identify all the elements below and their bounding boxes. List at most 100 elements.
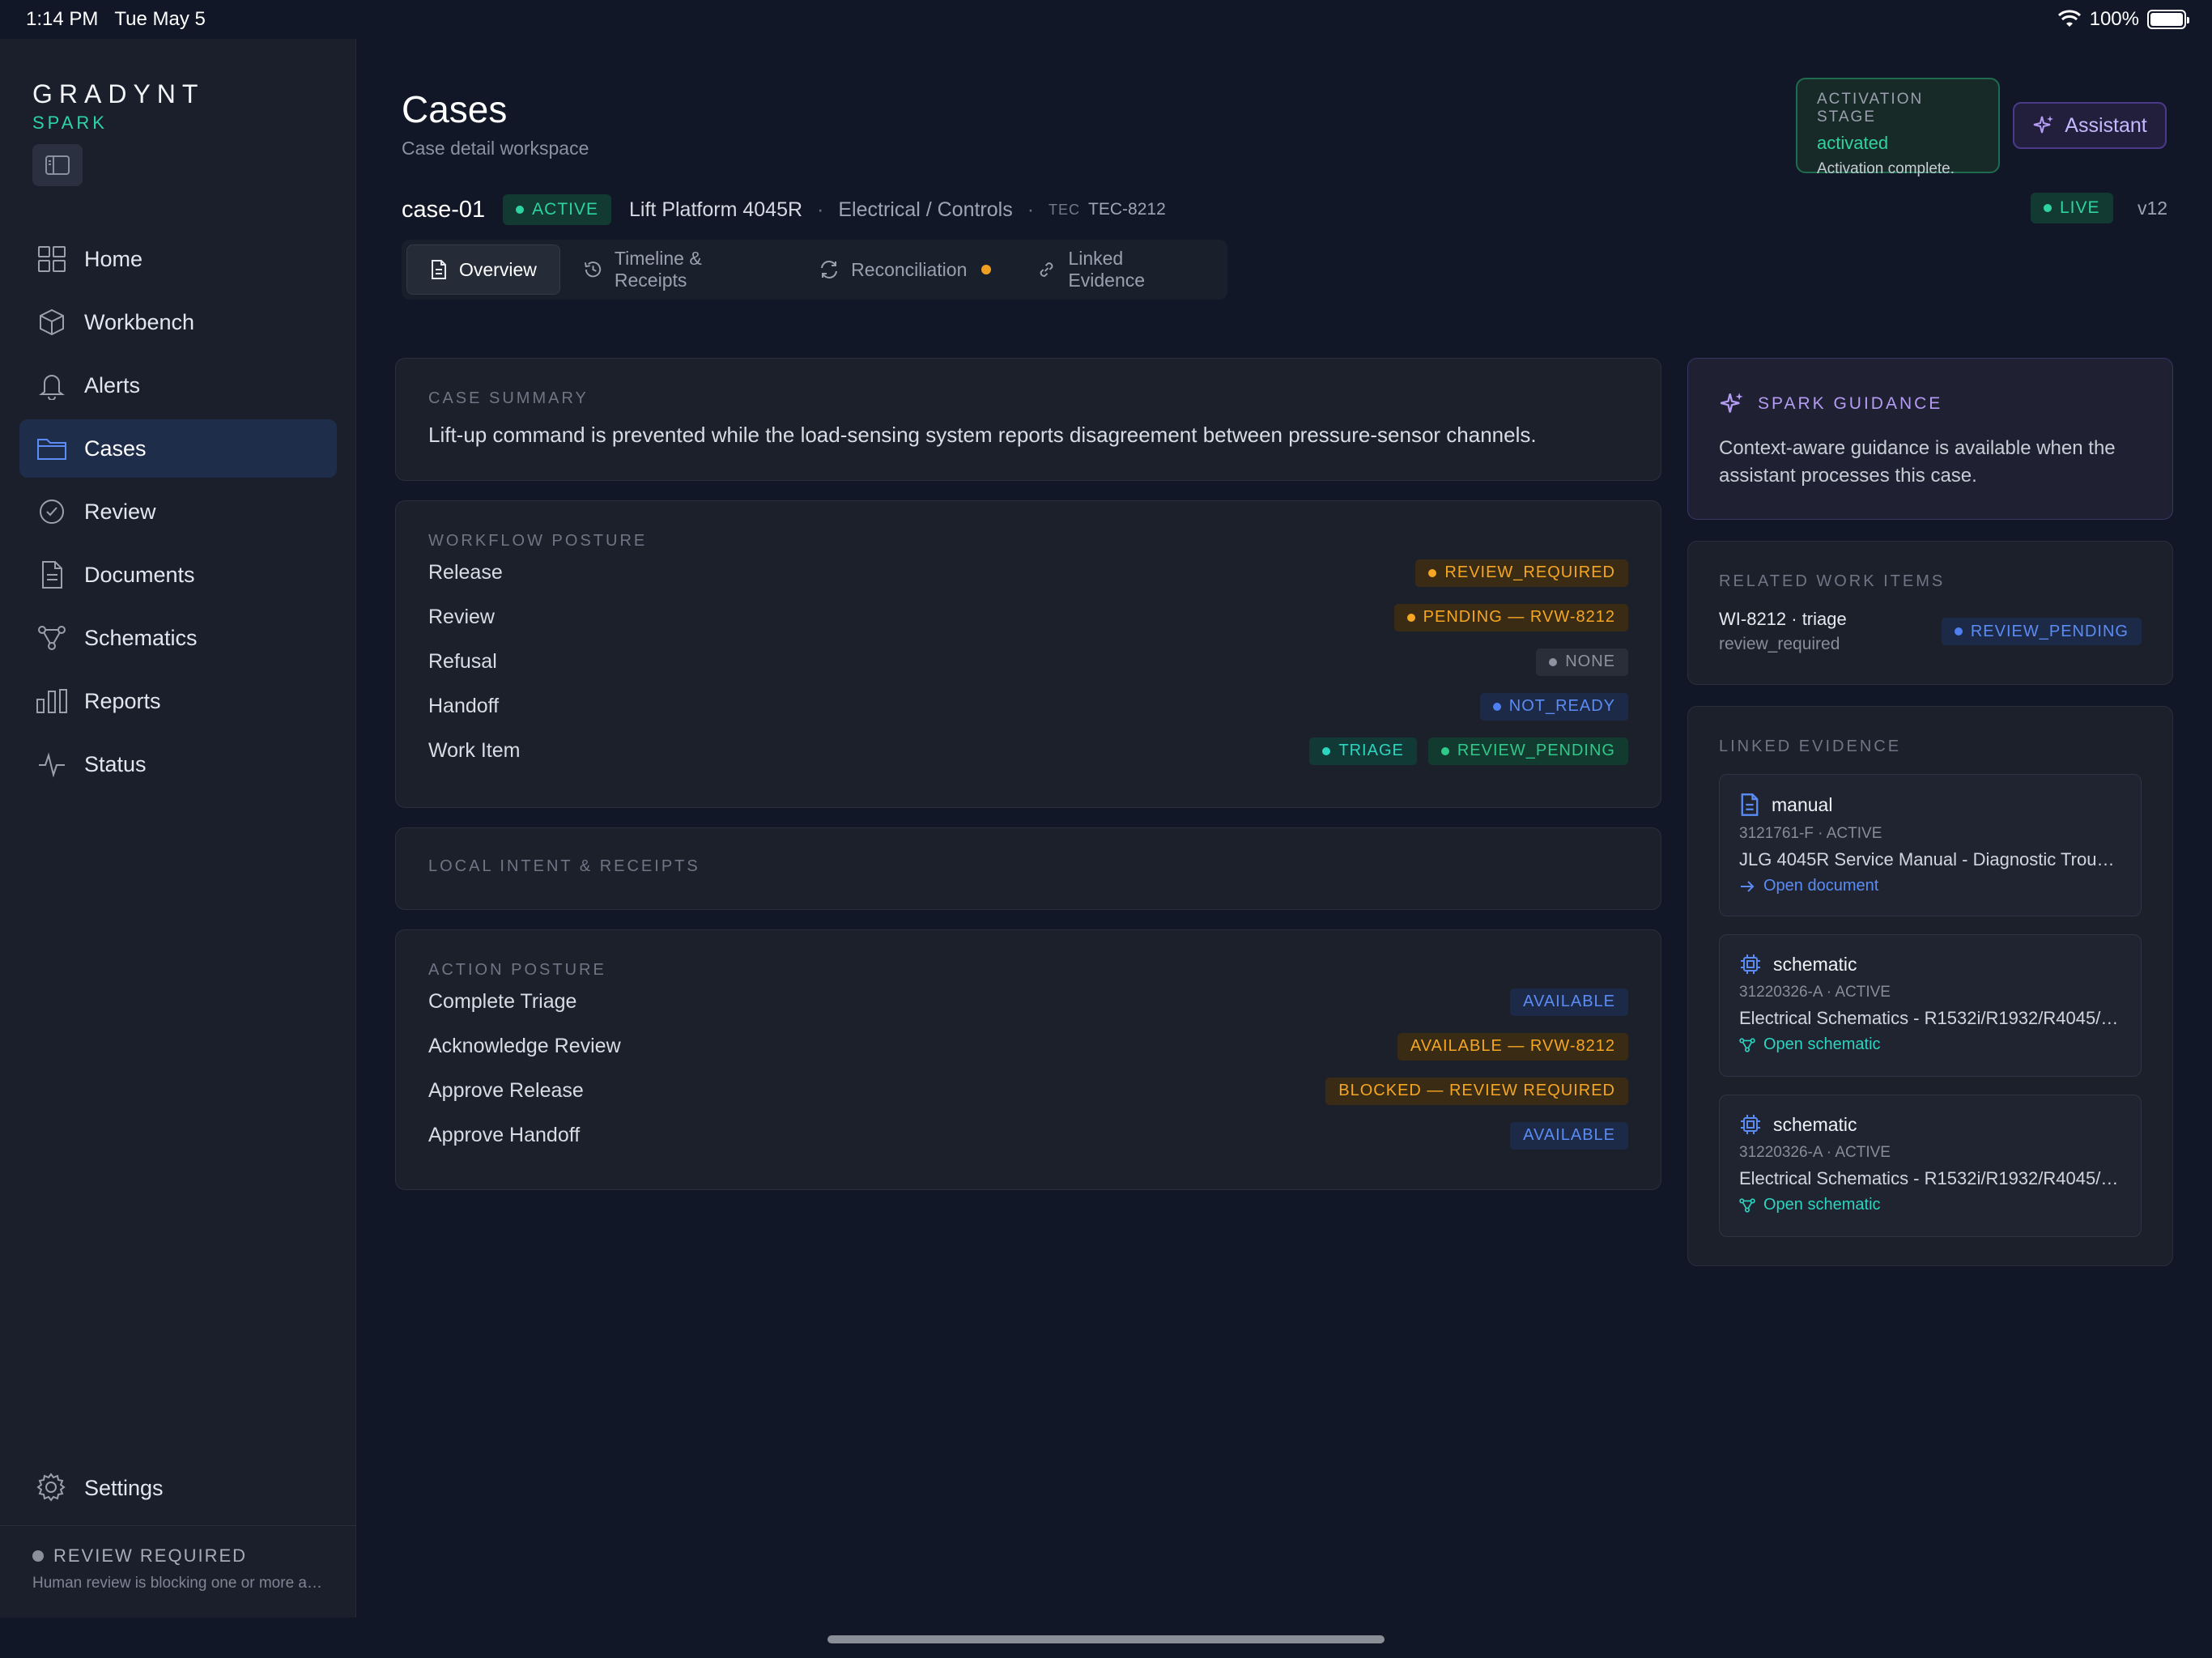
sidebar-item-label: Alerts: [84, 372, 141, 397]
related-work-item[interactable]: WI-8212 · triage review_required REVIEW_…: [1719, 609, 2142, 654]
work-item-title: WI-8212 · triage: [1719, 609, 1847, 629]
sidebar-item-alerts[interactable]: Alerts: [19, 356, 337, 414]
workflow-row-review: Review PENDING — RVW-8212: [428, 595, 1628, 640]
sidebar-item-reports[interactable]: Reports: [19, 672, 337, 730]
sidebar-item-label: Home: [84, 246, 143, 271]
workflow-row-work-item: Work Item TRIAGE REVIEW_PENDING: [428, 729, 1628, 773]
status-bar: 1:14 PM Tue May 5 100%: [0, 0, 2212, 39]
separator: ·: [817, 198, 824, 221]
sidebar-item-schematics[interactable]: Schematics: [19, 609, 337, 667]
activation-stage-desc: Activation complete.: [1817, 160, 1955, 177]
home-indicator[interactable]: [827, 1635, 1385, 1643]
workflow-posture-label: WORKFLOW POSTURE: [428, 532, 648, 550]
case-tabs: Overview Timeline & Receipts Reconciliat…: [402, 240, 1227, 300]
evidence-title: Electrical Schematics - R1532i/R1932/R40…: [1739, 1008, 2121, 1028]
nodes-icon: [1739, 1197, 1755, 1213]
cube-icon: [36, 306, 68, 338]
evidence-title: Electrical Schematics - R1532i/R1932/R40…: [1739, 1168, 2121, 1188]
page-subtitle: Case detail workspace: [402, 138, 589, 159]
row-label: Review: [428, 606, 495, 628]
chip-icon: [1741, 1115, 1760, 1134]
sparkle-icon: [2034, 116, 2054, 134]
assistant-label: Assistant: [2065, 113, 2147, 137]
workflow-row-release: Release REVIEW_REQUIRED: [428, 551, 1628, 595]
live-badge: LIVE: [2031, 193, 2113, 223]
row-label: Handoff: [428, 695, 500, 717]
folder-icon: [36, 432, 68, 465]
action-tag[interactable]: AVAILABLE: [1510, 988, 1628, 1016]
activation-stage-label: ACTIVATION STAGE: [1817, 91, 1924, 125]
case-header: case-01 ACTIVE Lift Platform 4045R · Ele…: [402, 194, 1166, 225]
gear-icon: [36, 1472, 68, 1504]
sidebar-item-home[interactable]: Home: [19, 230, 337, 288]
linked-evidence-card: LINKED EVIDENCE manual 3121761-F · ACTIV…: [1687, 706, 2173, 1266]
grid-icon: [36, 243, 68, 275]
status-tag: REVIEW_PENDING: [1941, 618, 2142, 645]
unread-dot: [981, 265, 992, 274]
action-tag: BLOCKED — REVIEW REQUIRED: [1325, 1077, 1628, 1105]
separator: ·: [1027, 198, 1035, 221]
action-posture-label: ACTION POSTURE: [428, 961, 606, 979]
open-document-link[interactable]: Open document: [1739, 877, 2121, 895]
tab-reconciliation[interactable]: Reconciliation: [796, 244, 1014, 295]
action-row-acknowledge-review: Acknowledge Review AVAILABLE — RVW-8212: [428, 1024, 1628, 1069]
arrow-right-icon: [1741, 880, 1755, 892]
action-tag[interactable]: AVAILABLE: [1510, 1121, 1628, 1150]
status-time: 1:14 PM Tue May 5: [26, 8, 206, 30]
spark-guidance-header: SPARK GUIDANCE: [1719, 391, 2142, 417]
sidebar-item-status[interactable]: Status: [19, 735, 337, 793]
workflow-row-refusal: Refusal NONE: [428, 640, 1628, 684]
review-required-title: REVIEW REQUIRED: [32, 1545, 324, 1567]
spark-guidance-card: SPARK GUIDANCE Context-aware guidance is…: [1687, 358, 2173, 520]
evidence-item[interactable]: manual 3121761-F · ACTIVE JLG 4045R Serv…: [1719, 774, 2142, 916]
row-label: Release: [428, 561, 503, 584]
status-tag: REVIEW_PENDING: [1427, 737, 1628, 765]
link-icon: [1040, 262, 1053, 277]
row-label: Approve Handoff: [428, 1124, 581, 1146]
sidebar-item-label: Status: [84, 751, 147, 776]
evidence-item[interactable]: schematic 31220326-A · ACTIVE Electrical…: [1719, 1095, 2142, 1237]
sidebar-item-label: Documents: [84, 562, 195, 587]
evidence-type: manual: [1772, 793, 1833, 815]
sidebar-item-label: Reports: [84, 688, 161, 713]
row-label: Approve Release: [428, 1079, 584, 1102]
row-label: Refusal: [428, 650, 497, 673]
tab-linked-evidence[interactable]: Linked Evidence: [1014, 244, 1223, 295]
sparkle-icon: [1721, 393, 1743, 413]
sidebar-toggle-button[interactable]: [32, 144, 83, 186]
tab-overview[interactable]: Overview: [406, 244, 560, 295]
assistant-button[interactable]: Assistant: [2013, 102, 2167, 149]
wifi-icon: [2057, 10, 2081, 27]
sidebar-item-settings[interactable]: Settings: [36, 1472, 164, 1504]
page-title: Cases: [402, 88, 508, 130]
sidebar-item-label: Cases: [84, 436, 147, 461]
tab-label: Reconciliation: [851, 258, 968, 280]
evidence-item[interactable]: schematic 31220326-A · ACTIVE Electrical…: [1719, 934, 2142, 1077]
version-label: v12: [2138, 198, 2168, 219]
action-tag[interactable]: AVAILABLE — RVW-8212: [1397, 1032, 1628, 1061]
sidebar-item-cases[interactable]: Cases: [19, 419, 337, 478]
history-icon: [584, 261, 601, 278]
sidebar-item-workbench[interactable]: Workbench: [19, 293, 337, 351]
status-tag: PENDING — RVW-8212: [1393, 603, 1628, 631]
evidence-title: JLG 4045R Service Manual - Diagnostic Tr…: [1739, 849, 2121, 869]
open-schematic-link[interactable]: Open schematic: [1739, 1035, 2121, 1054]
nodes-icon: [36, 622, 68, 654]
sidebar-item-documents[interactable]: Documents: [19, 546, 337, 604]
open-schematic-link[interactable]: Open schematic: [1739, 1196, 2121, 1214]
sidebar-item-label: Workbench: [84, 309, 195, 334]
sidebar-nav: Home Workbench Alerts Cases Review Docum…: [19, 230, 337, 798]
case-equipment: Lift Platform 4045R: [629, 198, 803, 221]
sidebar-toggle-icon: [45, 155, 70, 175]
brand-sub: SPARK: [32, 113, 108, 133]
case-status-badge: ACTIVE: [503, 194, 612, 225]
tab-timeline-receipts[interactable]: Timeline & Receipts: [560, 244, 796, 295]
review-required-banner: REVIEW REQUIRED Human review is blocking…: [0, 1525, 356, 1612]
related-work-items-card: RELATED WORK ITEMS WI-8212 · triage revi…: [1687, 541, 2173, 685]
row-label: Work Item: [428, 739, 521, 762]
sidebar-item-review[interactable]: Review: [19, 483, 337, 541]
action-row-complete-triage: Complete Triage AVAILABLE: [428, 980, 1628, 1024]
row-label: Complete Triage: [428, 990, 577, 1013]
tab-label: Overview: [459, 258, 537, 280]
row-label: Acknowledge Review: [428, 1035, 621, 1057]
